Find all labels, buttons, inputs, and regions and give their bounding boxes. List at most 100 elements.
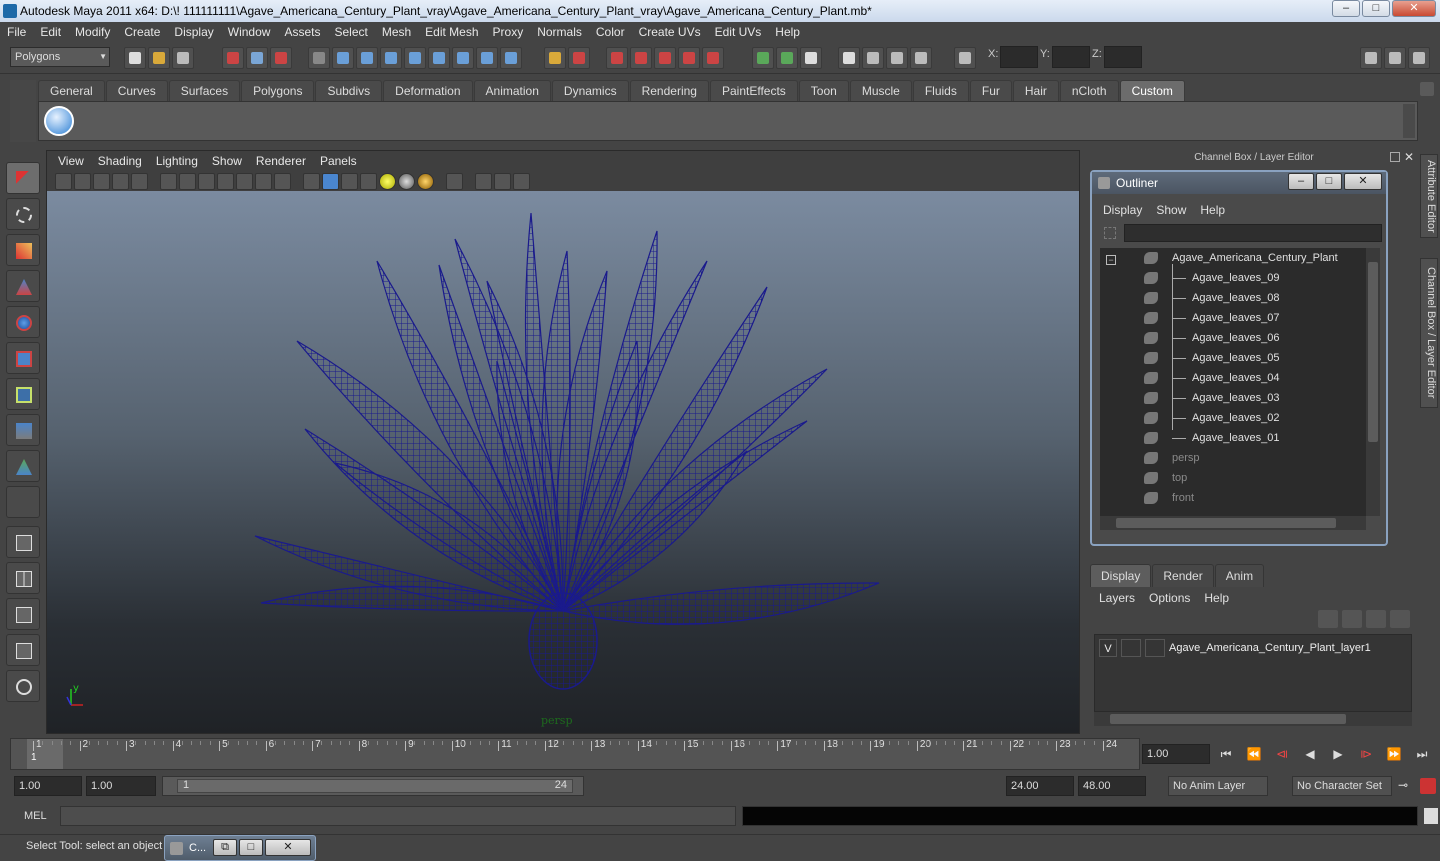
high-quality-icon[interactable] <box>417 172 434 190</box>
outliner-item-leaves-3[interactable]: Agave_leaves_07 <box>1100 308 1366 328</box>
mask-dropdown-icon[interactable] <box>308 47 330 69</box>
show-channel-box-icon[interactable] <box>1408 47 1430 69</box>
select-object-icon[interactable] <box>246 47 268 69</box>
xray-icon[interactable] <box>475 172 492 190</box>
graph-persp-layout[interactable] <box>6 634 40 666</box>
outliner-minimize-button[interactable]: – <box>1288 173 1314 190</box>
play-forwards-button[interactable]: ▶ <box>1326 744 1350 764</box>
panel-close-icon[interactable]: ✕ <box>1404 150 1414 164</box>
shelf-tab-custom[interactable]: Custom <box>1119 80 1185 101</box>
outliner-item-leaves-7[interactable]: Agave_leaves_03 <box>1100 388 1366 408</box>
viewport-menu-renderer[interactable]: Renderer <box>249 151 313 171</box>
restore-button[interactable]: ⧉ <box>213 839 237 856</box>
shelf-tab-subdivs[interactable]: Subdivs <box>315 80 383 101</box>
shelf-tab-surfaces[interactable]: Surfaces <box>168 80 241 101</box>
maximize-button[interactable]: □ <box>1362 0 1390 17</box>
minimized-window-item[interactable]: C... ⧉ □ ✕ <box>164 835 316 861</box>
outliner-menu-show[interactable]: Show <box>1149 200 1193 220</box>
select-camera-icon[interactable] <box>55 172 72 190</box>
layer-menu-options[interactable]: Options <box>1142 588 1197 608</box>
render-current-frame-icon[interactable] <box>862 47 884 69</box>
outliner-filter-input[interactable] <box>1124 224 1382 242</box>
step-forward-frame-button[interactable]: ⧐ <box>1354 744 1378 764</box>
outliner-title-bar[interactable]: Outliner – □ ✕ <box>1092 172 1386 194</box>
menu-file[interactable]: File <box>0 22 33 42</box>
range-slider[interactable]: 1 24 <box>162 776 584 796</box>
play-backwards-button[interactable]: ◀ <box>1298 744 1322 764</box>
menu-proxy[interactable]: Proxy <box>486 22 531 42</box>
last-tool-used[interactable] <box>6 450 40 482</box>
menu-create[interactable]: Create <box>117 22 167 42</box>
menu-modify[interactable]: Modify <box>68 22 117 42</box>
select-hierarchy-icon[interactable] <box>222 47 244 69</box>
x-field[interactable] <box>1000 46 1038 68</box>
ipr-render-icon[interactable] <box>886 47 908 69</box>
outliner-close-button[interactable]: ✕ <box>1344 173 1382 190</box>
construction-history-icon[interactable] <box>800 47 822 69</box>
maximize-window-button[interactable]: □ <box>239 839 263 856</box>
history-output-icon[interactable] <box>776 47 798 69</box>
playback-end-field[interactable]: 24.00 <box>1006 776 1074 796</box>
shelf-handle[interactable] <box>10 80 36 142</box>
highlight-selection-icon[interactable] <box>568 47 590 69</box>
outliner-item-leaves-5[interactable]: Agave_leaves_05 <box>1100 348 1366 368</box>
viewport-menu-lighting[interactable]: Lighting <box>149 151 205 171</box>
2d-pan-zoom-icon[interactable] <box>131 172 148 190</box>
lasso-tool[interactable] <box>6 198 40 230</box>
save-scene-icon[interactable] <box>172 47 194 69</box>
select-component-icon[interactable] <box>270 47 292 69</box>
attribute-editor-tab[interactable]: Attribute Editor <box>1420 154 1438 238</box>
select-tool[interactable] <box>6 162 40 194</box>
manipulator-tool[interactable] <box>6 378 40 410</box>
outliner-vertical-scrollbar[interactable] <box>1366 248 1380 516</box>
character-set-dropdown[interactable]: No Character Set <box>1292 776 1392 796</box>
safe-action-icon[interactable] <box>255 172 272 190</box>
time-slider[interactable]: 1 12345678910111213141516171819202122232… <box>10 738 1140 770</box>
create-empty-layer-icon[interactable] <box>1366 610 1386 628</box>
shelf-scroll[interactable] <box>1403 104 1415 138</box>
field-chart-icon[interactable] <box>236 172 253 190</box>
shelf-tab-hair[interactable]: Hair <box>1012 80 1059 101</box>
viewport-menu-shading[interactable]: Shading <box>91 151 149 171</box>
xray-joints-icon[interactable] <box>494 172 511 190</box>
menu-window[interactable]: Window <box>221 22 278 42</box>
menu-mesh[interactable]: Mesh <box>375 22 418 42</box>
soft-modification-tool[interactable] <box>6 414 40 446</box>
layer-menu-layers[interactable]: Layers <box>1092 588 1142 608</box>
layer-tab-display[interactable]: Display <box>1090 564 1152 587</box>
show-attribute-editor-icon[interactable] <box>1360 47 1382 69</box>
scale-tool[interactable] <box>6 342 40 374</box>
outliner-item-leaves-2[interactable]: Agave_leaves_08 <box>1100 288 1366 308</box>
textured-icon[interactable] <box>360 172 377 190</box>
move-layer-down-icon[interactable] <box>1342 610 1362 628</box>
mel-label[interactable]: MEL <box>10 806 56 826</box>
viewport-menu-panels[interactable]: Panels <box>313 151 364 171</box>
snap-view-plane-icon[interactable] <box>678 47 700 69</box>
isolate-select-icon[interactable] <box>446 172 463 190</box>
mask-joints-icon[interactable] <box>356 47 378 69</box>
shelf-tab-general[interactable]: General <box>38 80 105 101</box>
outliner-item-camera-3[interactable]: front <box>1100 488 1366 508</box>
wireframe-on-shaded-icon[interactable] <box>341 172 358 190</box>
snap-grid-icon[interactable] <box>606 47 628 69</box>
menu-edit-mesh[interactable]: Edit Mesh <box>418 22 485 42</box>
mask-rendering-icon[interactable] <box>476 47 498 69</box>
outliner-item-leaves-9[interactable]: Agave_leaves_01 <box>1100 428 1366 448</box>
single-perspective-layout[interactable] <box>6 526 40 558</box>
grid-icon[interactable] <box>160 172 177 190</box>
outliner-item-leaves-4[interactable]: Agave_leaves_06 <box>1100 328 1366 348</box>
gate-mask-icon[interactable] <box>217 172 234 190</box>
outliner-menu-display[interactable]: Display <box>1096 200 1149 220</box>
resolution-gate-icon[interactable] <box>198 172 215 190</box>
range-slider-handle[interactable] <box>177 779 573 793</box>
menu-normals[interactable]: Normals <box>530 22 589 42</box>
mask-curves-icon[interactable] <box>380 47 402 69</box>
wireframe-icon[interactable] <box>303 172 320 190</box>
snap-curve-icon[interactable] <box>630 47 652 69</box>
menu-display[interactable]: Display <box>167 22 220 42</box>
z-field[interactable] <box>1104 46 1142 68</box>
bookmarks-icon[interactable] <box>93 172 110 190</box>
anim-layer-dropdown[interactable]: No Anim Layer <box>1168 776 1268 796</box>
film-gate-icon[interactable] <box>179 172 196 190</box>
camera-attributes-icon[interactable] <box>74 172 91 190</box>
